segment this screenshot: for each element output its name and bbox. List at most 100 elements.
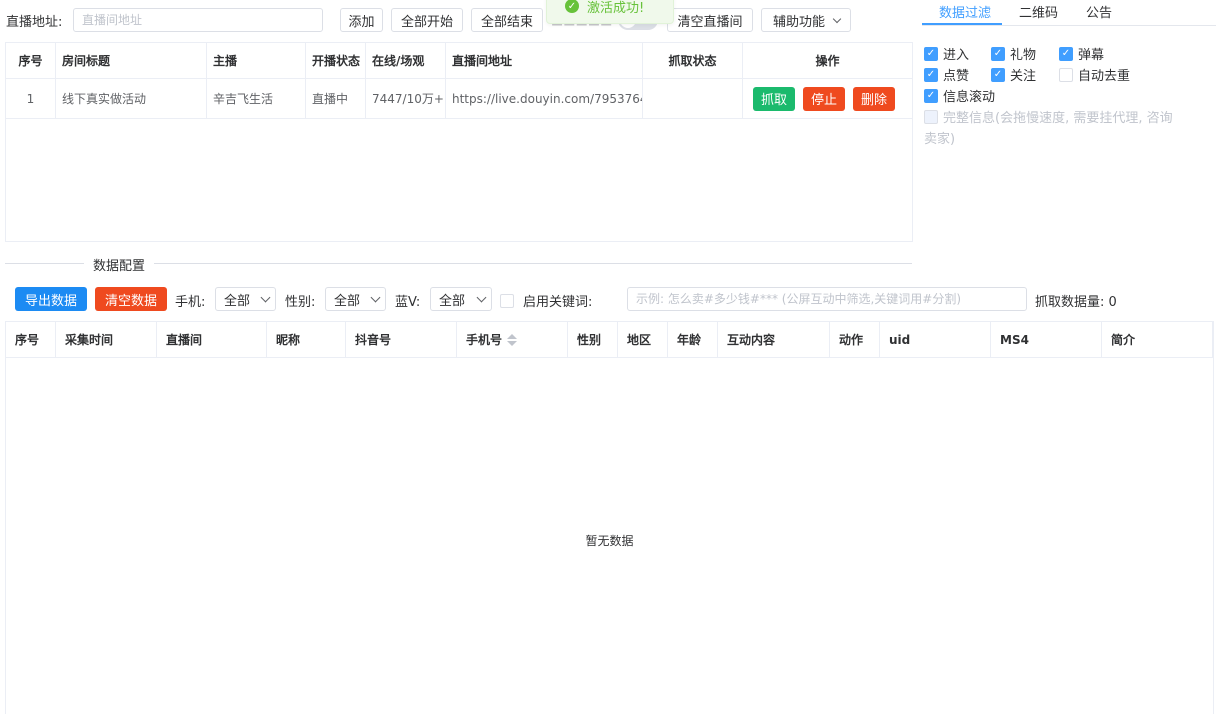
col-gender: 性别: [568, 322, 618, 357]
filter-like[interactable]: ✓ 点赞: [924, 65, 969, 84]
bluev-value: 全部: [439, 293, 466, 309]
start-all-button[interactable]: 全部开始: [391, 8, 463, 32]
clear-data-button[interactable]: 清空数据: [95, 287, 167, 311]
chevron-down-icon: [260, 292, 271, 303]
phone-select[interactable]: 全部: [215, 287, 276, 311]
success-toast: ✓ 激活成功!: [546, 0, 674, 24]
table-row[interactable]: 1 线下真实做活动 辛吉飞生活 直播中 7447/10万+ https://li…: [6, 79, 912, 119]
col-nickname: 昵称: [267, 322, 346, 357]
data-table-header: 序号 采集时间 直播间 昵称 抖音号 手机号 性别 地区 年龄 互动内容 动作 …: [6, 322, 1213, 358]
col-actions: 操作: [815, 54, 840, 68]
col-anchor: 主播: [207, 43, 306, 78]
phone-value: 全部: [224, 293, 251, 309]
checkbox-icon: [924, 109, 938, 124]
url-label: 直播地址:: [6, 15, 63, 30]
checkbox-icon: ✓: [924, 88, 938, 103]
keyword-label: 启用关键词:: [523, 295, 593, 310]
toast-message: 激活成功!: [587, 0, 645, 16]
room-table: 序号 房间标题 主播 开播状态 在线/场观 直播间地址 抓取状态 操作 1 线下…: [5, 42, 913, 242]
data-table: 序号 采集时间 直播间 昵称 抖音号 手机号 性别 地区 年龄 互动内容 动作 …: [5, 321, 1214, 714]
sort-icon[interactable]: [507, 333, 518, 346]
row-title: 线下真实做活动: [56, 79, 207, 118]
filter-follow[interactable]: ✓ 关注: [991, 65, 1036, 84]
export-button[interactable]: 导出数据: [15, 287, 87, 311]
col-ms4: MS4: [991, 322, 1102, 357]
chevron-down-icon: [370, 292, 381, 303]
room-table-header: 序号 房间标题 主播 开播状态 在线/场观 直播间地址 抓取状态 操作: [6, 43, 912, 79]
bluev-label: 蓝V:: [395, 295, 421, 310]
check-circle-icon: ✓: [565, 0, 579, 13]
row-url: https://live.douyin.com/7953764...: [446, 79, 643, 118]
checkbox-icon: ✓: [924, 46, 938, 61]
filter-enter[interactable]: ✓ 进入: [924, 44, 969, 63]
filter-label: 自动去重: [1078, 69, 1131, 84]
filter-label: 点赞: [943, 69, 970, 84]
tab-qrcode[interactable]: 二维码: [1019, 2, 1058, 21]
full-info-label: 完整信息(会拖慢速度, 需要挂代理, 咨询: [943, 111, 1173, 126]
row-crawl-status: [643, 79, 743, 118]
gender-select[interactable]: 全部: [325, 287, 386, 311]
filter-label: 进入: [943, 48, 970, 63]
filter-gift[interactable]: ✓ 礼物: [991, 44, 1036, 63]
keyword-toggle[interactable]: 启用关键词:: [500, 291, 592, 310]
filter-full-info-cont: 卖家): [924, 128, 955, 147]
col-crawl-status: 抓取状态: [643, 43, 743, 78]
filter-scroll[interactable]: ✓ 信息滚动: [924, 86, 995, 105]
col-phone[interactable]: 手机号: [457, 322, 568, 357]
col-title: 房间标题: [56, 43, 207, 78]
end-all-button[interactable]: 全部结束: [471, 8, 543, 32]
phone-label: 手机:: [175, 295, 206, 310]
col-index: 序号: [6, 322, 56, 357]
col-age: 年龄: [668, 322, 718, 357]
delete-button[interactable]: 删除: [853, 86, 896, 111]
add-button[interactable]: 添加: [340, 8, 383, 32]
bluev-select[interactable]: 全部: [430, 287, 492, 311]
clear-rooms-button[interactable]: 清空直播间: [667, 8, 753, 32]
filter-label: 弹幕: [1078, 48, 1105, 63]
section-title: 数据配置: [84, 255, 155, 274]
filter-label: 信息滚动: [943, 90, 996, 105]
col-status: 开播状态: [306, 43, 366, 78]
gender-label: 性别:: [285, 295, 316, 310]
filter-panel: ✓ 进入 ✓ 礼物 ✓ 弹幕 ✓ 点赞 ✓ 关注 自动去重 ✓ 信息滚动 完整信息(会拖慢速…: [922, 36, 1216, 150]
crawl-count: 抓取数据量: 0: [1035, 295, 1117, 310]
side-tabs: 数据过滤 二维码 公告: [922, 0, 1216, 26]
tab-notice[interactable]: 公告: [1086, 2, 1112, 21]
chevron-down-icon: [832, 14, 842, 24]
crawl-button[interactable]: 抓取: [753, 86, 796, 111]
checkbox-icon: ✓: [924, 67, 938, 82]
tab-active-indicator: [922, 23, 1002, 25]
empty-placeholder: 暂无数据: [585, 534, 634, 548]
col-action: 动作: [830, 322, 880, 357]
filter-full-info: 完整信息(会拖慢速度, 需要挂代理, 咨询: [924, 107, 1173, 126]
keyword-input[interactable]: [627, 287, 1027, 311]
checkbox-icon: [1059, 67, 1073, 82]
row-status: 直播中: [306, 79, 366, 118]
checkbox-icon: ✓: [991, 46, 1005, 61]
full-info-label-cont: 卖家): [924, 132, 956, 147]
col-douyin-id: 抖音号: [346, 322, 457, 357]
gender-value: 全部: [334, 293, 361, 309]
tab-filter[interactable]: 数据过滤: [939, 2, 991, 21]
col-time: 采集时间: [56, 322, 157, 357]
live-url-input[interactable]: [73, 8, 323, 32]
checkbox-icon: ✓: [991, 67, 1005, 82]
col-uid: uid: [880, 322, 991, 357]
filter-danmaku[interactable]: ✓ 弹幕: [1059, 44, 1104, 63]
filter-dedupe[interactable]: 自动去重: [1059, 65, 1130, 84]
checkbox-icon: [500, 293, 514, 308]
row-actions: 抓取 停止 删除: [743, 79, 912, 118]
col-url: 直播间地址: [446, 43, 643, 78]
row-index: 1: [6, 79, 56, 118]
col-interaction: 互动内容: [718, 322, 830, 357]
filter-label: 关注: [1010, 69, 1037, 84]
col-bio: 简介: [1102, 322, 1213, 357]
chevron-down-icon: [476, 292, 487, 303]
stop-button[interactable]: 停止: [803, 86, 846, 111]
assist-dropdown[interactable]: 辅助功能: [761, 8, 851, 32]
col-room: 直播间: [157, 322, 267, 357]
assist-label: 辅助功能: [772, 14, 825, 30]
col-region: 地区: [618, 322, 668, 357]
row-anchor: 辛吉飞生活: [207, 79, 306, 118]
col-index: 序号: [6, 43, 56, 78]
